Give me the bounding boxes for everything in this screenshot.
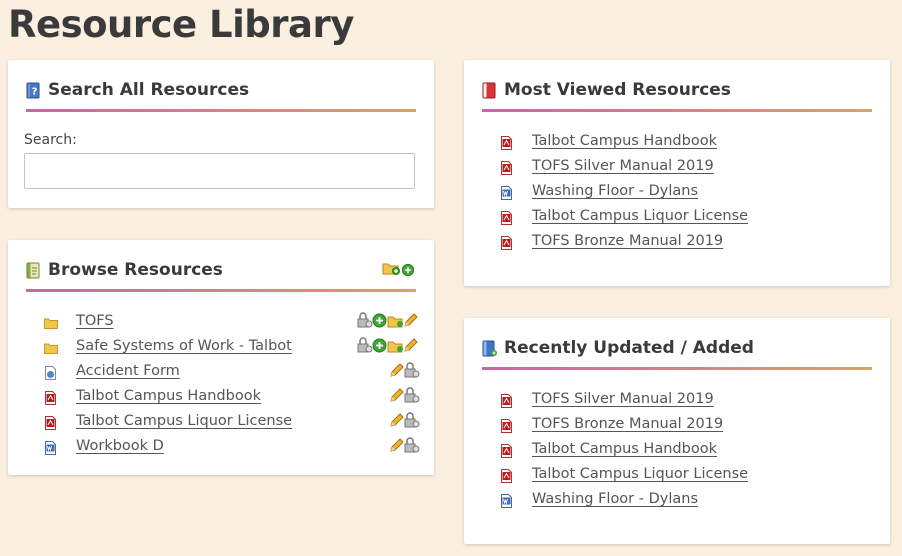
folder-icon xyxy=(44,343,58,354)
list-item: TOFS Bronze Manual 2019 xyxy=(500,415,876,440)
panel-title: Recently Updated / Added xyxy=(504,338,754,358)
item-actions xyxy=(388,412,420,430)
resource-link[interactable]: Washing Floor - Dylans xyxy=(532,491,698,507)
pdf-icon xyxy=(501,211,512,225)
recent-list: TOFS Silver Manual 2019 TOFS Bronze Manu… xyxy=(500,390,876,515)
resource-link[interactable]: Talbot Campus Handbook xyxy=(532,441,717,457)
recent-panel: Recently Updated / Added TOFS Silver Man… xyxy=(464,318,890,544)
resource-link[interactable]: Safe Systems of Work - Talbot xyxy=(76,338,292,354)
folder-icon xyxy=(44,318,58,329)
list-item: Talbot Campus Liquor License xyxy=(44,412,420,437)
search-label: Search: xyxy=(24,132,77,148)
permissions-icon[interactable] xyxy=(403,412,420,429)
word-icon xyxy=(45,441,56,455)
list-item: TOFS xyxy=(44,312,420,337)
resource-link[interactable]: TOFS xyxy=(76,313,114,329)
browse-list: TOFS Safe Systems of Work - Talbot Accid… xyxy=(44,312,420,462)
edit-icon[interactable] xyxy=(402,337,419,354)
pdf-icon xyxy=(501,136,512,150)
pdf-icon xyxy=(501,419,512,433)
edit-icon[interactable] xyxy=(402,312,419,329)
resource-link[interactable]: Accident Form xyxy=(76,363,180,379)
pdf-icon xyxy=(45,416,56,430)
list-item: Workbook D xyxy=(44,437,420,462)
list-item: Talbot Campus Handbook xyxy=(500,132,876,157)
add-resource-icon[interactable] xyxy=(401,263,415,277)
add-icon[interactable] xyxy=(371,337,388,354)
form-icon xyxy=(45,366,56,380)
word-icon xyxy=(501,186,512,200)
book-icon xyxy=(482,82,496,99)
pdf-icon xyxy=(501,161,512,175)
item-actions xyxy=(388,437,420,455)
resource-link[interactable]: Workbook D xyxy=(76,438,164,454)
panel-title: Most Viewed Resources xyxy=(504,80,731,100)
resource-link[interactable]: TOFS Bronze Manual 2019 xyxy=(532,233,723,249)
list-item: Washing Floor - Dylans xyxy=(500,182,876,207)
resource-link[interactable]: Washing Floor - Dylans xyxy=(532,183,698,199)
add-folder-icon[interactable] xyxy=(382,260,400,276)
resource-link[interactable]: Talbot Campus Handbook xyxy=(532,133,717,149)
word-icon xyxy=(501,494,512,508)
browse-panel-header: Browse Resources xyxy=(26,258,416,292)
permissions-icon[interactable] xyxy=(403,362,420,379)
resource-link[interactable]: Talbot Campus Liquor License xyxy=(532,208,748,224)
browse-book-icon xyxy=(26,262,40,279)
search-input[interactable] xyxy=(24,153,415,189)
most-viewed-list: Talbot Campus Handbook TOFS Silver Manua… xyxy=(500,132,876,257)
panel-title: Search All Resources xyxy=(48,80,250,100)
browse-panel: Browse Resources TOFS Safe Systems of Wo… xyxy=(8,240,434,475)
item-actions xyxy=(388,362,420,380)
pdf-icon xyxy=(501,394,512,408)
search-panel: ? Search All Resources Search: xyxy=(8,60,434,208)
list-item: Washing Floor - Dylans xyxy=(500,490,876,515)
list-item: Talbot Campus Handbook xyxy=(44,387,420,412)
resource-link[interactable]: Talbot Campus Liquor License xyxy=(76,413,292,429)
resource-link[interactable]: TOFS Silver Manual 2019 xyxy=(532,391,714,407)
list-item: Accident Form xyxy=(44,362,420,387)
svg-text:?: ? xyxy=(32,87,38,98)
pdf-icon xyxy=(45,391,56,405)
item-actions xyxy=(356,337,420,355)
recent-panel-header: Recently Updated / Added xyxy=(482,336,872,370)
resource-link[interactable]: TOFS Bronze Manual 2019 xyxy=(532,416,723,432)
list-item: Talbot Campus Handbook xyxy=(500,440,876,465)
pdf-icon xyxy=(501,444,512,458)
help-book-icon: ? xyxy=(26,82,40,99)
add-icon[interactable] xyxy=(371,312,388,329)
list-item: TOFS Silver Manual 2019 xyxy=(500,390,876,415)
resource-link[interactable]: TOFS Silver Manual 2019 xyxy=(532,158,714,174)
list-item: Safe Systems of Work - Talbot xyxy=(44,337,420,362)
list-item: Talbot Campus Liquor License xyxy=(500,465,876,490)
permissions-icon[interactable] xyxy=(403,437,420,454)
list-item: TOFS Silver Manual 2019 xyxy=(500,157,876,182)
book-add-icon xyxy=(482,340,497,357)
permissions-icon[interactable] xyxy=(403,387,420,404)
pdf-icon xyxy=(501,236,512,250)
list-item: TOFS Bronze Manual 2019 xyxy=(500,232,876,257)
most-viewed-panel: Most Viewed Resources Talbot Campus Hand… xyxy=(464,60,890,286)
most-viewed-panel-header: Most Viewed Resources xyxy=(482,78,872,112)
page-title: Resource Library xyxy=(8,3,354,46)
list-item: Talbot Campus Liquor License xyxy=(500,207,876,232)
panel-title: Browse Resources xyxy=(48,260,223,280)
item-actions xyxy=(388,387,420,405)
resource-link[interactable]: Talbot Campus Liquor License xyxy=(532,466,748,482)
pdf-icon xyxy=(501,469,512,483)
search-panel-header: ? Search All Resources xyxy=(26,78,416,112)
item-actions xyxy=(356,312,420,330)
resource-link[interactable]: Talbot Campus Handbook xyxy=(76,388,261,404)
